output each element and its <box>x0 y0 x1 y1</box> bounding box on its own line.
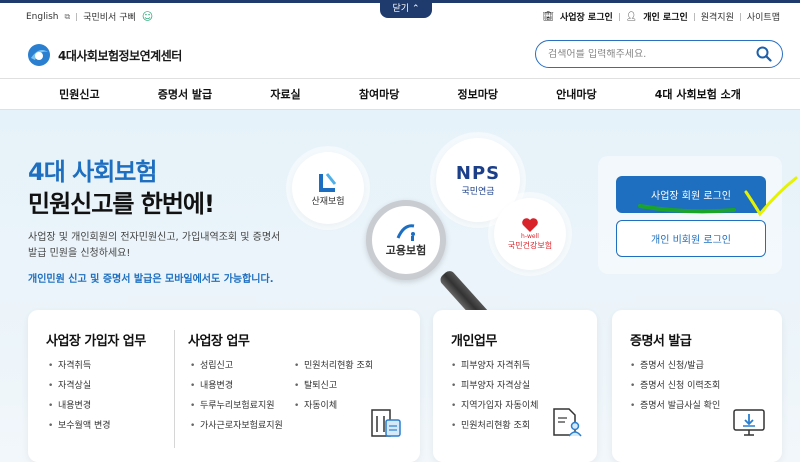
list-item[interactable]: 민원처리현황 조회 <box>294 356 373 376</box>
logo-text: 4대사회보험정보연계센터 <box>58 48 182 63</box>
nhis-logo: h-well <box>521 233 539 240</box>
logo-mark-icon <box>28 44 50 66</box>
search-icon[interactable] <box>756 46 772 62</box>
personal-login-link[interactable]: 개인 로그인 <box>643 10 688 23</box>
list-item[interactable]: 자동이체 <box>294 396 373 416</box>
card-divider <box>174 330 175 448</box>
close-banner-tab[interactable]: 닫기 ⌃ <box>380 0 432 18</box>
list-item[interactable]: 민원처리현황 조회 <box>451 416 538 436</box>
biz-work-list-col1: 성립신고 내용변경 두루누리보험료지원 가사근로자보험료지원 <box>190 356 283 436</box>
biz-subscriber-list: 자격취득 자격상실 내용변경 보수월액 변경 <box>48 356 111 436</box>
list-item[interactable]: 성립신고 <box>190 356 283 376</box>
list-item[interactable]: 피부양자 자격취득 <box>451 356 538 376</box>
certificate-title: 증명서 발급 <box>630 334 692 349</box>
certificate-list: 증명서 신청/발급 증명서 신청 이력조회 증명서 발급사실 확인 <box>630 356 720 416</box>
list-item[interactable]: 증명서 신청/발급 <box>630 356 720 376</box>
search-box <box>535 40 783 68</box>
list-item[interactable]: 자격상실 <box>48 376 111 396</box>
utility-links-right: 🏢︎ 사업장 로그인 👤︎ 개인 로그인 원격지원 사이트맵 <box>542 10 781 24</box>
nav-item-library[interactable]: 자료실 <box>270 86 300 102</box>
gubbi-mascot-icon: ☺ <box>141 10 154 23</box>
biz-subscriber-title: 사업장 가입자 업무 <box>46 334 146 349</box>
hero-title: 4대 사회보험 민원신고를 한번에! <box>28 156 215 220</box>
nav-item-participation[interactable]: 참여마당 <box>359 86 399 102</box>
nav-item-certificate[interactable]: 증명서 발급 <box>158 86 212 102</box>
monitor-download-icon <box>733 409 765 436</box>
annotation-scribble <box>638 176 798 217</box>
nav-item-civil-report[interactable]: 민원신고 <box>59 86 99 102</box>
divider <box>693 12 695 21</box>
english-link[interactable]: English <box>26 12 59 22</box>
list-item[interactable]: 내용변경 <box>190 376 283 396</box>
nhis-label: 국민건강보험 <box>507 241 553 250</box>
hero-title-line2: 민원신고를 한번에! <box>28 190 215 218</box>
biz-work-title: 사업장 업무 <box>188 334 250 349</box>
list-item[interactable]: 보수월액 변경 <box>48 416 111 436</box>
list-item[interactable]: 증명서 신청 이력조회 <box>630 376 720 396</box>
nps-logo: NPS <box>455 163 501 184</box>
divider <box>618 12 620 21</box>
list-item[interactable]: 두루누리보험료지원 <box>190 396 283 416</box>
close-label: 닫기 <box>392 4 410 14</box>
sitemap-link[interactable]: 사이트맵 <box>747 10 780 23</box>
chevron-up-icon: ⌃ <box>411 4 420 14</box>
list-item[interactable]: 내용변경 <box>48 396 111 416</box>
nav-item-guide[interactable]: 안내마당 <box>556 86 596 102</box>
list-item[interactable]: 증명서 발급사실 확인 <box>630 396 720 416</box>
site-logo[interactable]: 4대사회보험정보연계센터 <box>26 42 182 68</box>
nav-item-about[interactable]: 4대 사회보험 소개 <box>655 86 741 102</box>
biz-work-list-col2: 민원처리현황 조회 탈퇴신고 자동이체 <box>294 356 373 416</box>
divider <box>739 12 741 21</box>
list-item[interactable]: 지역가입자 자동이체 <box>451 396 538 416</box>
biz-login-link[interactable]: 사업장 로그인 <box>560 10 613 23</box>
personal-nonmember-login-button[interactable]: 개인 비회원 로그인 <box>616 220 766 257</box>
search-input[interactable] <box>548 48 748 60</box>
nhis-heart-icon <box>522 218 538 232</box>
remote-support-link[interactable]: 원격지원 <box>701 10 734 23</box>
sinmungo-link[interactable]: 국민비서 구삐 <box>83 10 136 23</box>
employment-logo-icon <box>396 224 415 241</box>
divider <box>76 12 78 21</box>
utility-links-left: English ⧉ 국민비서 구삐 ☺ <box>26 10 153 23</box>
external-link-icon: ⧉ <box>64 11 71 21</box>
building-icon: 🏢︎ <box>542 11 554 22</box>
list-item[interactable]: 자격취득 <box>48 356 111 376</box>
nps-label: 국민연금 <box>461 187 495 197</box>
hero-title-line1: 4대 사회보험 <box>28 158 157 186</box>
person-icon: 👤︎ <box>625 11 638 22</box>
nhis-bubble[interactable]: h-well 국민건강보험 <box>494 198 566 270</box>
list-item[interactable]: 피부양자 자격상실 <box>451 376 538 396</box>
personal-services-card: 개인업무 피부양자 자격취득 피부양자 자격상실 지역가입자 자동이체 민원처리… <box>433 310 597 462</box>
sanjae-logo-icon <box>319 172 337 192</box>
list-item[interactable]: 탈퇴신고 <box>294 376 373 396</box>
personal-title: 개인업무 <box>451 334 497 349</box>
biz-services-card: 사업장 가입자 업무 자격취득 자격상실 내용변경 보수월액 변경 사업장 업무… <box>28 310 420 462</box>
sanjae-label: 산재보험 <box>311 196 345 207</box>
personal-list: 피부양자 자격취득 피부양자 자격상실 지역가입자 자동이체 민원처리현황 조회 <box>451 356 538 436</box>
hero-description: 사업장 및 개인회원의 전자민원신고, 가입내역조회 및 증명서 발급 민원을 … <box>28 232 281 259</box>
main-nav: 민원신고 증명서 발급 자료실 참여마당 정보마당 안내마당 4대 사회보험 소… <box>0 78 800 110</box>
hero-mobile-note: 개인민원 신고 및 증명서 발급은 모바일에서도 가능합니다. <box>28 274 274 285</box>
nav-item-information[interactable]: 정보마당 <box>457 86 497 102</box>
employment-label: 고용보험 <box>385 244 427 257</box>
sanjae-insurance-bubble[interactable]: 산재보험 <box>292 152 364 224</box>
person-document-icon <box>553 408 582 437</box>
employment-insurance-bubble[interactable]: 고용보험 <box>366 200 446 280</box>
building-document-icon <box>371 409 401 437</box>
certificate-card: 증명서 발급 증명서 신청/발급 증명서 신청 이력조회 증명서 발급사실 확인 <box>612 310 782 462</box>
site-header: 4대사회보험정보연계센터 <box>0 30 800 78</box>
list-item[interactable]: 가사근로자보험료지원 <box>190 416 283 436</box>
